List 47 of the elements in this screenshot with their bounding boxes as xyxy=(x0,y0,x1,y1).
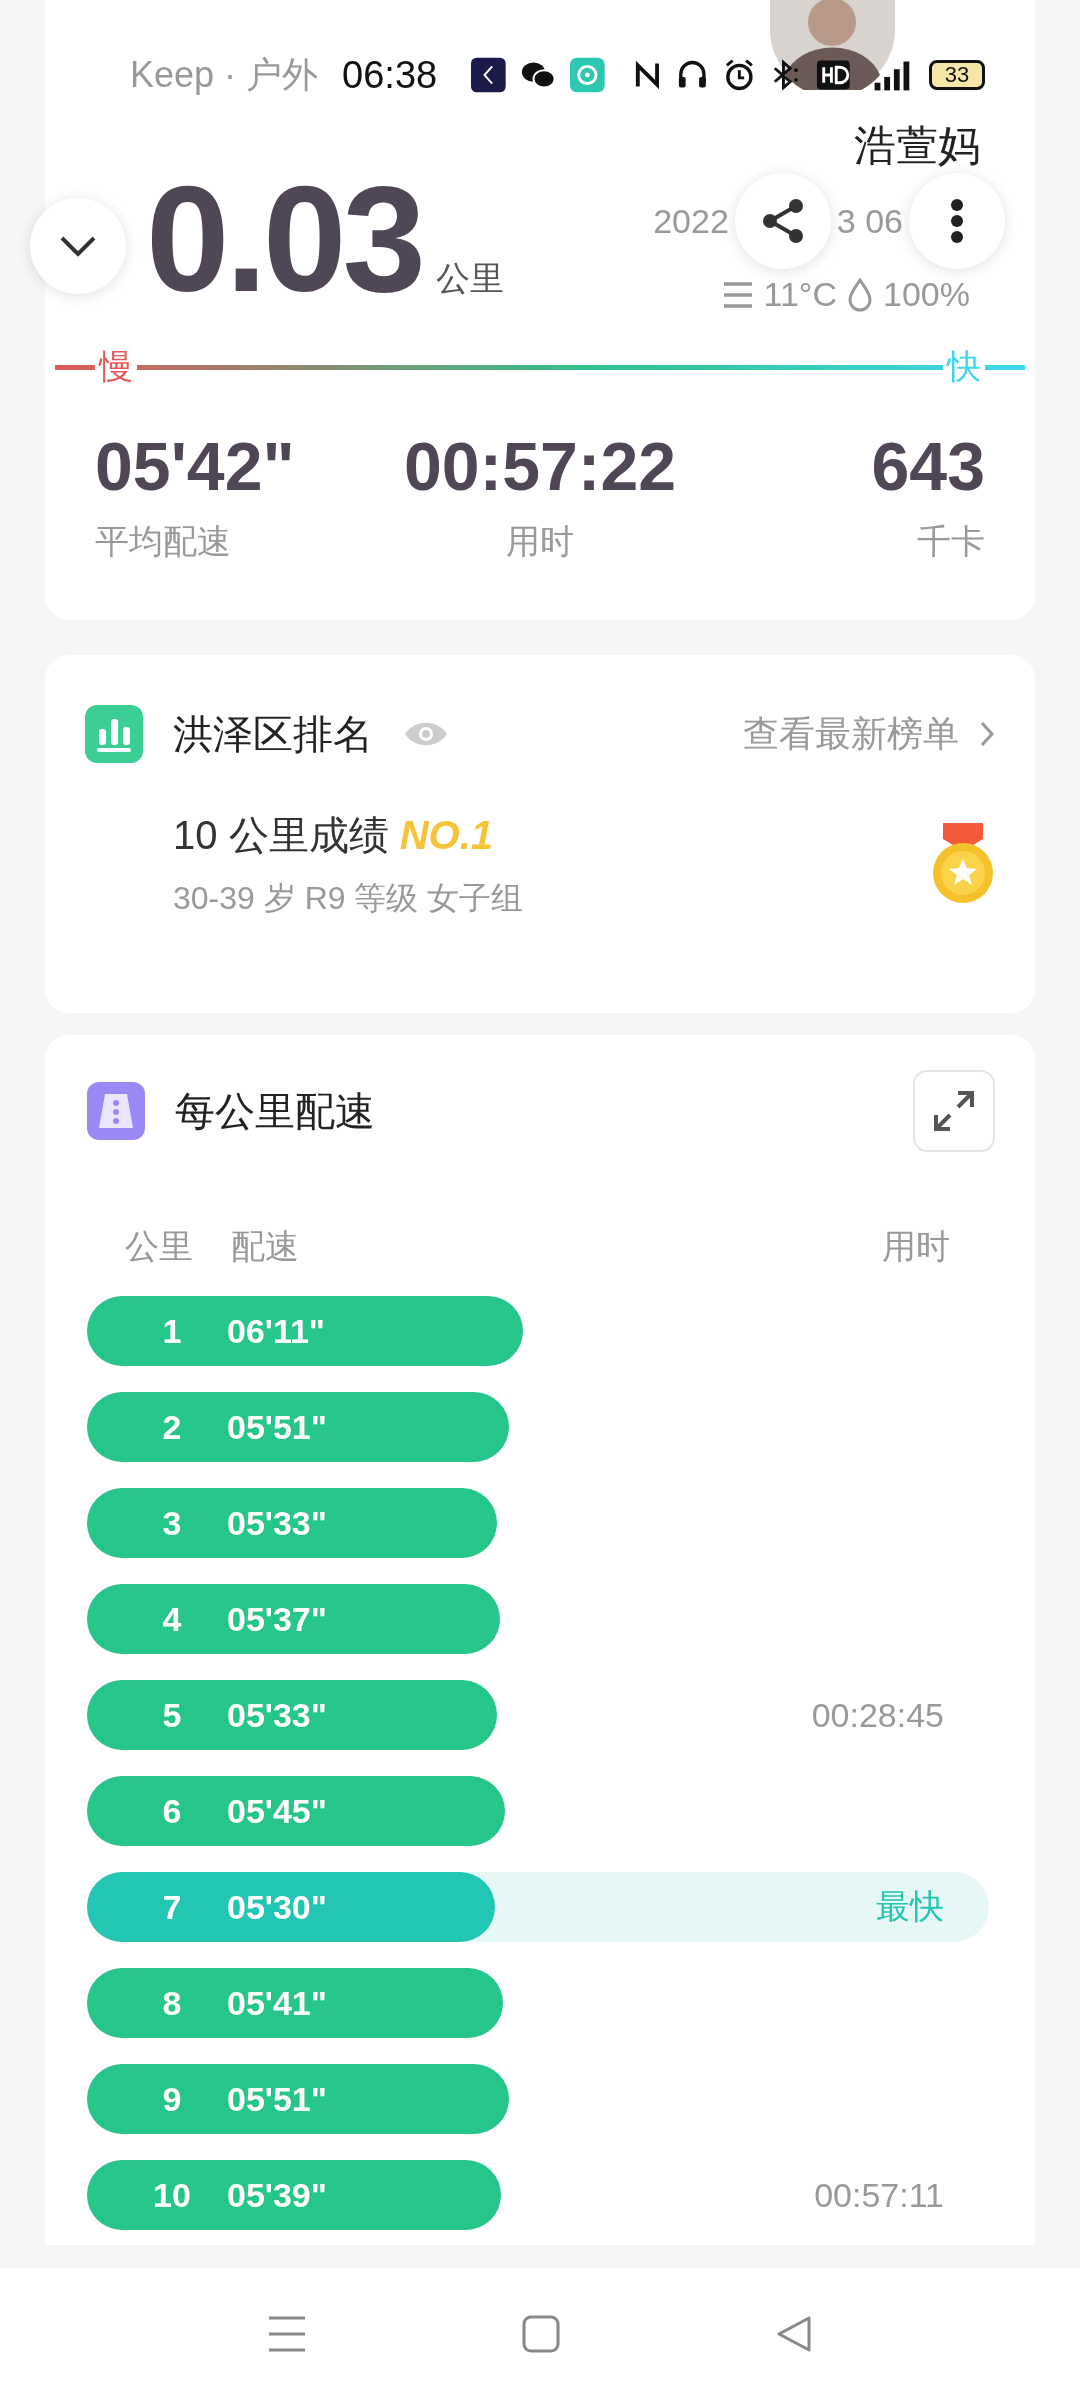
split-time: 00:28:45 xyxy=(811,1694,944,1736)
km-number: 4 xyxy=(161,1599,183,1639)
pace-value: 06'11" xyxy=(227,1311,325,1351)
ranking-result: 10 公里成绩 NO.1 xyxy=(173,812,495,859)
km-number: 2 xyxy=(161,1407,183,1447)
pace-value: 05'51" xyxy=(227,2079,327,2119)
stat-value: 643 xyxy=(871,427,985,505)
km-number: 10 xyxy=(152,2175,192,2215)
ranking-group: 30-39 岁 R9 等级 女子组 xyxy=(173,877,524,921)
pace-value: 05'41" xyxy=(227,1983,327,2023)
stat-value: 05'42" xyxy=(95,427,296,505)
km-number: 7 xyxy=(161,1887,183,1927)
pace-value: 05'37" xyxy=(227,1599,327,1639)
battery-indicator: 33 xyxy=(928,60,986,90)
pace-value: 05'30" xyxy=(227,1887,327,1927)
section-title: 洪泽区排名 xyxy=(173,710,373,758)
distance-value: 0.03 xyxy=(146,164,422,314)
date-text: 3 06 xyxy=(836,201,903,241)
pace-value: 05'51" xyxy=(227,1407,327,1447)
km-number: 3 xyxy=(161,1503,183,1543)
stat-label: 平均配速 xyxy=(95,521,232,562)
section-title: 每公里配速 xyxy=(175,1087,375,1135)
km-number: 1 xyxy=(161,1311,183,1351)
pace-value: 05'33" xyxy=(227,1503,327,1543)
split-time: 00:57:11 xyxy=(814,2174,944,2216)
pace-value: 05'45" xyxy=(227,1791,327,1831)
km-number: 6 xyxy=(161,1791,183,1831)
column-header: 配速 xyxy=(231,1226,299,1267)
fastest-label: 最快 xyxy=(876,1886,944,1927)
status-time: 06:38 xyxy=(342,53,438,97)
pace-value: 05'39" xyxy=(227,2175,327,2215)
km-number: 5 xyxy=(161,1695,183,1735)
stat-label: 用时 xyxy=(506,521,574,562)
column-header: 公里 xyxy=(125,1226,193,1267)
stat-value: 00:57:22 xyxy=(403,427,677,505)
leaderboard-link[interactable]: 查看最新榜单 xyxy=(743,709,995,759)
pace-value: 05'33" xyxy=(227,1695,327,1735)
temperature-text: 11°C xyxy=(763,275,838,314)
distance-unit: 公里 xyxy=(435,258,504,299)
user-name: 浩萱妈 xyxy=(853,121,981,171)
humidity-text: 100% xyxy=(883,275,970,314)
km-number: 9 xyxy=(161,2079,183,2119)
app-title: Keep · 户外 xyxy=(130,52,319,97)
stat-label: 千卡 xyxy=(917,521,985,562)
column-header: 用时 xyxy=(882,1226,950,1267)
km-number: 8 xyxy=(161,1983,183,2023)
date-text: 2022 xyxy=(653,201,729,241)
